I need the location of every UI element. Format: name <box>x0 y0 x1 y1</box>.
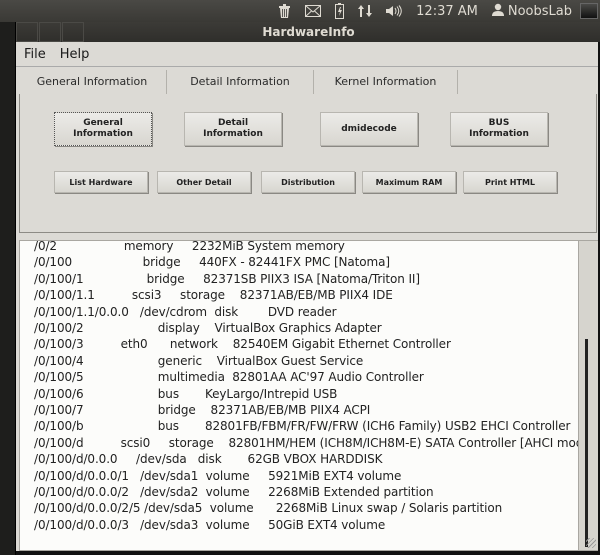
hardwareinfo-window: HardwareInfo File Help General Informati… <box>15 22 600 555</box>
clock[interactable]: 12:37 AM <box>416 4 478 19</box>
tab-detail-information[interactable]: Detail Information <box>167 70 314 94</box>
user-icon <box>491 3 504 20</box>
detail-information-button[interactable]: Detail Information <box>184 112 282 146</box>
window-border-bottom <box>16 551 600 555</box>
tab-pane-general: General Information Detail Information d… <box>19 94 597 233</box>
output-line: /0/100 bridge 440FX - 82441FX PMC [Natom… <box>34 255 390 270</box>
distribution-button[interactable]: Distribution <box>261 171 355 193</box>
bus-information-button[interactable]: BUS Information <box>450 112 548 146</box>
window-title: HardwareInfo <box>262 25 355 39</box>
network-icon[interactable] <box>358 4 373 18</box>
output-line: /0/100/d scsi0 storage 82801HM/HEM (ICH8… <box>34 435 579 450</box>
trash-icon[interactable] <box>278 4 291 18</box>
menu-file[interactable]: File <box>24 47 46 62</box>
hardware-output-text[interactable]: /0/2 memory 2232MiB System memory/0/100 … <box>19 240 579 551</box>
system-tray: 12:37 AM NoobsLab <box>278 0 600 22</box>
output-line: /0/100/6 bus KeyLargo/Intrepid USB <box>34 386 338 401</box>
output-line: /0/100/1.1/0.0.0 /dev/cdrom disk DVD rea… <box>34 304 337 319</box>
tab-general-information[interactable]: General Information <box>18 70 167 94</box>
user-name: NoobsLab <box>507 3 572 19</box>
screen-icon[interactable] <box>580 3 598 19</box>
list-hardware-button[interactable]: List Hardware <box>54 171 148 193</box>
output-line: /0/100/5 multimedia 82801AA AC'97 Audio … <box>34 370 424 385</box>
other-detail-button[interactable]: Other Detail <box>157 171 251 193</box>
print-html-button[interactable]: Print HTML <box>463 171 557 193</box>
output-line: /0/100/d/0.0.0/2/5 /dev/sda5 volume 2268… <box>34 501 503 516</box>
output-line: /0/100/4 generic VirtualBox Guest Servic… <box>34 353 364 368</box>
output-line: /0/100/3 eth0 network 82540EM Gigabit Et… <box>34 337 451 352</box>
maximum-ram-button[interactable]: Maximum RAM <box>362 171 456 193</box>
button-label: BUS Information <box>469 118 529 139</box>
tab-kernel-information[interactable]: Kernel Information <box>314 70 458 94</box>
scrollbar-thumb[interactable] <box>585 339 588 547</box>
resize-grip[interactable] <box>586 538 596 548</box>
window-controls <box>16 22 85 42</box>
volume-icon[interactable] <box>386 5 402 17</box>
battery-icon[interactable] <box>335 3 345 19</box>
maximize-button[interactable] <box>62 22 84 42</box>
output-line: /0/2 memory 2232MiB System memory <box>34 240 345 253</box>
output-line: /0/100/2 display VirtualBox Graphics Ada… <box>34 321 382 335</box>
output-line: /0/100/d/0.0.0/3 /dev/sda3 volume 50GiB … <box>34 517 386 532</box>
output-line: /0/100/d/0.0.0 /dev/sda disk 62GB VBOX H… <box>34 452 383 467</box>
button-label: dmidecode <box>341 123 397 134</box>
minimize-button[interactable] <box>39 22 61 42</box>
output-line: /0/100/1 bridge 82371SB PIIX3 ISA [Natom… <box>34 271 420 286</box>
mail-icon[interactable] <box>305 5 322 17</box>
close-button[interactable] <box>16 22 38 42</box>
tab-bar: General Information Detail Information K… <box>18 70 458 94</box>
menu-help[interactable]: Help <box>60 47 90 62</box>
button-label: Detail Information <box>203 118 263 139</box>
output-line: /0/100/d/0.0.0/2 /dev/sda2 volume 2268Mi… <box>34 485 434 499</box>
button-label: General Information <box>73 118 133 139</box>
output-line: /0/100/b bus 82801FB/FBM/FR/FW/FRW (ICH6… <box>34 419 571 434</box>
output-line: /0/100/1.1 scsi3 storage 82371AB/EB/MB P… <box>34 288 393 303</box>
menu-bar: File Help <box>16 42 600 67</box>
output-line: /0/100/d/0.0.0/1 /dev/sda1 volume 5921Mi… <box>34 468 402 483</box>
output-line: /0/100/7 bridge 82371AB/EB/MB PIIX4 ACPI <box>34 403 371 417</box>
user-menu[interactable]: NoobsLab <box>491 3 572 20</box>
output-scrollbar[interactable] <box>578 240 599 551</box>
top-panel: 12:37 AM NoobsLab <box>0 0 600 22</box>
general-information-button[interactable]: General Information <box>54 112 152 146</box>
dmidecode-button[interactable]: dmidecode <box>320 112 418 146</box>
window-titlebar[interactable]: HardwareInfo <box>16 22 600 42</box>
